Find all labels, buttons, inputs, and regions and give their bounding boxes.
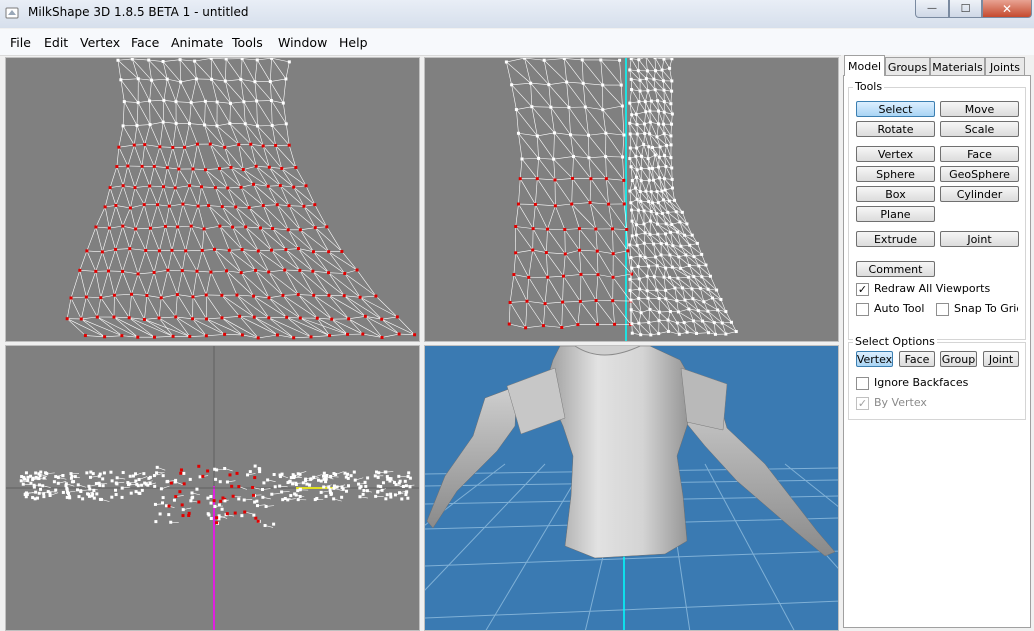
left-arm	[426, 385, 518, 529]
menu-tools[interactable]: Tools	[232, 35, 263, 50]
snap-to-grid-label: Snap To Grid	[954, 302, 1018, 315]
snap-to-grid-checkbox[interactable]	[936, 303, 949, 316]
maximize-button[interactable]: ☐	[949, 0, 982, 18]
viewport-3d[interactable]	[424, 345, 839, 631]
shaded-model-render	[425, 346, 838, 630]
face-tool-button[interactable]: Face	[940, 146, 1019, 162]
minimize-button[interactable]: —	[915, 0, 949, 18]
comment-button[interactable]: Comment	[856, 261, 935, 277]
redraw-all-viewports-label: Redraw All Viewports	[874, 282, 991, 295]
select-tool-button[interactable]: Select	[856, 101, 935, 117]
auto-tool-checkbox[interactable]	[856, 303, 869, 316]
move-tool-button[interactable]: Move	[940, 101, 1019, 117]
front-mesh-wireframe	[65, 58, 417, 340]
right-panel: Model Groups Materials Joints Tools Sele…	[841, 55, 1034, 631]
window-title: MilkShape 3D 1.8.5 BETA 1 - untitled	[28, 5, 249, 19]
tab-model[interactable]: Model	[844, 55, 885, 76]
menu-help[interactable]: Help	[339, 35, 368, 50]
tools-group-title: Tools	[853, 80, 885, 93]
side-mesh-wireframe	[504, 58, 738, 341]
menu-file[interactable]: File	[10, 35, 31, 50]
plane-tool-button[interactable]: Plane	[856, 206, 935, 222]
maximize-icon: ☐	[960, 2, 971, 15]
menu-vertex[interactable]: Vertex	[80, 35, 120, 50]
tab-materials[interactable]: Materials	[930, 57, 985, 76]
viewport-top[interactable]	[5, 345, 420, 631]
by-vertex-label: By Vertex	[874, 396, 927, 409]
menu-window[interactable]: Window	[278, 35, 327, 50]
select-vertex-button[interactable]: Vertex	[856, 351, 893, 367]
viewport-side[interactable]	[424, 57, 839, 342]
menu-face[interactable]: Face	[131, 35, 159, 50]
viewport-front[interactable]	[5, 57, 420, 342]
top-mesh-wireframe	[6, 346, 419, 630]
select-face-button[interactable]: Face	[899, 351, 935, 367]
close-icon: ✕	[1001, 1, 1013, 16]
menu-bar: File Edit Vertex Face Animate Tools Wind…	[0, 29, 1034, 56]
ignore-backfaces-label: Ignore Backfaces	[874, 376, 969, 389]
ignore-backfaces-checkbox[interactable]	[856, 377, 869, 390]
vertex-tool-button[interactable]: Vertex	[856, 146, 935, 162]
title-bar: MilkShape 3D 1.8.5 BETA 1 - untitled — ☐…	[0, 0, 1034, 28]
geosphere-tool-button[interactable]: GeoSphere	[940, 166, 1019, 182]
select-joint-button[interactable]: Joint	[983, 351, 1019, 367]
auto-tool-label: Auto Tool	[874, 302, 925, 315]
menu-animate[interactable]: Animate	[171, 35, 223, 50]
select-group-button[interactable]: Group	[940, 351, 977, 367]
redraw-all-viewports-checkbox[interactable]: ✓	[856, 283, 869, 296]
scale-tool-button[interactable]: Scale	[940, 121, 1019, 137]
sphere-tool-button[interactable]: Sphere	[856, 166, 935, 182]
minimize-icon: —	[927, 3, 937, 14]
close-button[interactable]: ✕	[982, 0, 1032, 18]
rotate-tool-button[interactable]: Rotate	[856, 121, 935, 137]
by-vertex-checkbox: ✓	[856, 397, 869, 410]
box-tool-button[interactable]: Box	[856, 186, 935, 202]
app-icon	[5, 7, 19, 19]
tab-groups[interactable]: Groups	[885, 57, 930, 76]
model-tab-content: Tools Select Move Rotate Scale Vertex Fa…	[843, 75, 1031, 628]
cylinder-tool-button[interactable]: Cylinder	[940, 186, 1019, 202]
joint-tool-button[interactable]: Joint	[940, 231, 1019, 247]
select-options-title: Select Options	[853, 335, 937, 348]
menu-edit[interactable]: Edit	[44, 35, 68, 50]
tab-joints[interactable]: Joints	[985, 57, 1025, 76]
extrude-tool-button[interactable]: Extrude	[856, 231, 935, 247]
